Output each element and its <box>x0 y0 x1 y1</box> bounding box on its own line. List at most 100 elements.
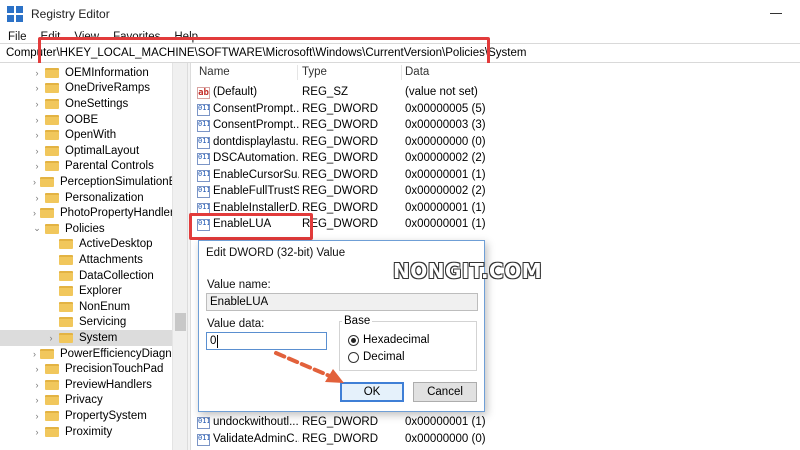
chevron-icon[interactable]: › <box>33 193 41 203</box>
chevron-icon[interactable]: › <box>33 115 41 125</box>
table-row[interactable]: ab (Default) REG_SZ (value not set) <box>191 85 791 102</box>
ok-button[interactable]: OK <box>340 382 404 402</box>
tree-item[interactable]: › Privacy <box>0 393 172 409</box>
table-row[interactable]: 011 undockwithoutl... REG_DWORD 0x00000001 … <box>191 415 791 432</box>
chevron-icon[interactable]: › <box>33 380 41 390</box>
chevron-icon[interactable]: › <box>33 130 41 140</box>
tree-item[interactable]: DataCollection <box>0 268 172 284</box>
folder-icon <box>45 114 59 125</box>
tree-item[interactable]: › Personalization <box>0 190 172 206</box>
chevron-icon[interactable]: › <box>47 333 55 343</box>
tree-item[interactable]: ⌄ Policies <box>0 221 172 237</box>
value-name-field: EnableLUA <box>206 293 478 311</box>
tree-item[interactable]: › PowerEfficiencyDiagnos <box>0 346 184 362</box>
address-bar[interactable]: Computer\HKEY_LOCAL_MACHINE\SOFTWARE\Mic… <box>0 43 800 63</box>
tree-item[interactable]: › OEMInformation <box>0 65 172 81</box>
table-row[interactable]: 011 ConsentPrompt... REG_DWORD 0x00000003 (… <box>191 118 791 135</box>
tree-item[interactable]: › Parental Controls <box>0 159 172 175</box>
value-data: 0x00000001 (1) <box>405 168 486 181</box>
value-name: EnableInstallerD... <box>213 201 299 214</box>
menu-favorites[interactable]: Favorites <box>113 31 160 43</box>
cancel-button[interactable]: Cancel <box>413 382 477 402</box>
tree-item[interactable]: › OpenWith <box>0 127 172 143</box>
value-data-input[interactable]: 0 <box>206 332 327 350</box>
tree-item[interactable]: › OneSettings <box>0 96 172 112</box>
tree-item[interactable]: › Proximity <box>0 424 172 440</box>
chevron-icon[interactable]: › <box>33 68 41 78</box>
chevron-icon[interactable]: › <box>33 411 41 421</box>
tree-item[interactable]: › PreviewHandlers <box>0 377 172 393</box>
tree-item[interactable]: › PerceptionSimulationEx <box>0 174 182 190</box>
table-row[interactable]: 011 ConsentPrompt... REG_DWORD 0x00000005 (… <box>191 102 791 119</box>
table-row[interactable]: 011 ValidateAdminC... REG_DWORD 0x00000000 … <box>191 432 791 449</box>
table-row[interactable]: 011 EnableCursorSu... REG_DWORD 0x00000001 … <box>191 168 791 185</box>
tree-item[interactable]: › PropertySystem <box>0 408 172 424</box>
radio-hexadecimal[interactable]: Hexadecimal <box>348 334 429 346</box>
chevron-icon[interactable]: › <box>33 364 41 374</box>
table-row[interactable]: 011 dontdisplaylastu... REG_DWORD 0x0000000… <box>191 135 791 152</box>
value-type: REG_DWORD <box>302 201 379 214</box>
table-row[interactable]: 011 EnableLUA REG_DWORD 0x00000001 (1) <box>191 217 791 234</box>
chevron-icon[interactable]: › <box>33 395 41 405</box>
tree-item[interactable]: › OptimalLayout <box>0 143 172 159</box>
key-tree[interactable]: › Proximity › PropertySystem › Privacy › Previe… <box>0 63 187 450</box>
chevron-icon[interactable]: › <box>33 427 41 437</box>
column-separator[interactable] <box>297 65 298 80</box>
chevron-icon[interactable]: › <box>33 349 36 359</box>
tree-scrollbar[interactable] <box>172 63 187 450</box>
folder-icon <box>45 145 59 156</box>
chevron-icon[interactable]: ⌄ <box>33 223 41 234</box>
radio-dec-circle[interactable] <box>348 351 359 363</box>
value-name: ConsentPrompt... <box>213 102 299 115</box>
menu-help[interactable]: Help <box>174 31 198 43</box>
value-type: REG_DWORD <box>302 168 379 181</box>
chevron-icon[interactable]: › <box>33 83 41 93</box>
value-name: DSCAutomation... <box>213 152 299 164</box>
radio-hex-circle[interactable] <box>348 334 359 346</box>
tree-item-label: NonEnum <box>79 300 131 313</box>
dword-value-icon: 011 <box>197 136 210 149</box>
tree-item-label: System <box>79 331 118 344</box>
value-data: 0x00000002 (2) <box>405 185 486 197</box>
chevron-icon[interactable]: › <box>33 99 41 109</box>
column-header-data[interactable]: Data <box>405 66 429 78</box>
menu-edit[interactable]: Edit <box>41 31 61 43</box>
table-row[interactable]: 011 DSCAutomation... REG_DWORD 0x00000002 (… <box>191 151 791 168</box>
tree-item[interactable]: Servicing <box>0 315 172 331</box>
table-row[interactable]: 011EnableFullTrustS...REG_DWORD 0x0000000… <box>191 184 791 201</box>
menu-file[interactable]: File <box>8 31 27 43</box>
menu-view[interactable]: View <box>74 31 99 43</box>
tree-item-label: PreviewHandlers <box>65 378 152 391</box>
tree-item[interactable]: › PhotoPropertyHandler <box>0 205 174 221</box>
tree-scrollbar-thumb[interactable] <box>175 313 186 331</box>
tree-item[interactable]: Attachments <box>0 252 172 268</box>
chevron-icon[interactable]: › <box>33 161 41 171</box>
table-row[interactable]: 011 EnableInstallerD... REG_DWORD 0x0000000… <box>191 201 791 218</box>
base-group <box>339 321 477 371</box>
tree-item[interactable]: ActiveDesktop <box>0 237 172 253</box>
value-type: REG_DWORD <box>302 185 379 197</box>
tree-item-label: PerceptionSimulationEx <box>60 175 183 188</box>
radio-decimal[interactable]: Decimal <box>348 351 405 363</box>
folder-icon <box>40 176 54 187</box>
tree-item[interactable]: › PrecisionTouchPad <box>0 361 172 377</box>
tree-item[interactable]: Explorer <box>0 283 172 299</box>
tree-item-label: PrecisionTouchPad <box>65 363 164 376</box>
folder-icon <box>59 239 73 250</box>
value-name: ConsentPrompt... <box>213 119 299 131</box>
column-header-name[interactable]: Name <box>199 66 230 78</box>
chevron-icon[interactable]: › <box>33 177 36 187</box>
minimize-icon[interactable] <box>770 13 782 14</box>
value-type: REG_DWORD <box>302 218 379 230</box>
tree-item[interactable]: › OOBE <box>0 112 172 128</box>
tree-item[interactable]: › System <box>0 330 172 346</box>
tree-item-label: OOBE <box>65 113 99 126</box>
tree-item-label: ActiveDesktop <box>79 238 153 251</box>
column-header-type[interactable]: Type <box>302 66 327 78</box>
text-caret <box>217 334 219 348</box>
chevron-icon[interactable]: › <box>33 208 36 218</box>
chevron-icon[interactable]: › <box>33 146 41 156</box>
tree-item[interactable]: NonEnum <box>0 299 172 315</box>
tree-item[interactable]: › OneDriveRamps <box>0 81 172 97</box>
column-separator[interactable] <box>401 65 402 80</box>
